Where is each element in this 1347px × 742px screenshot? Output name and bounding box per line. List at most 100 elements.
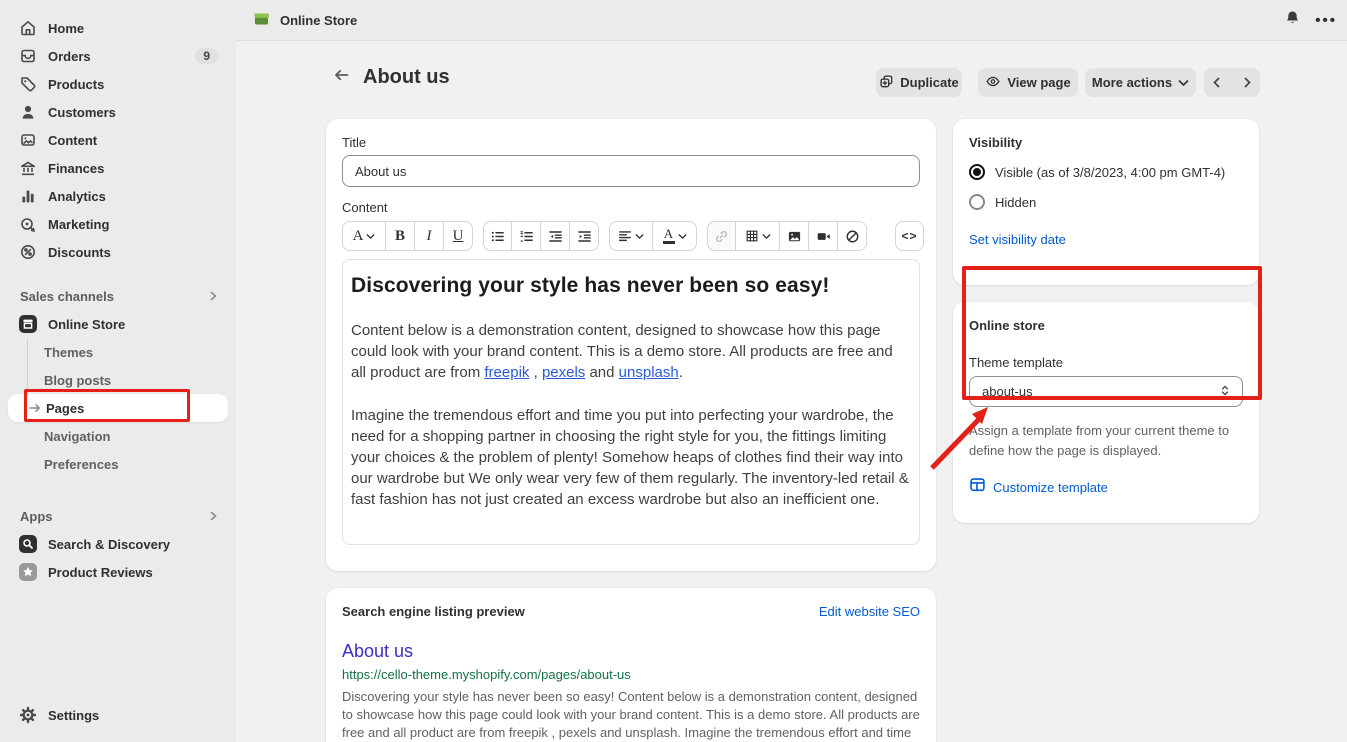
indent-icon: [577, 229, 592, 244]
products-icon: [18, 75, 38, 93]
sales-channels-header[interactable]: Sales channels: [8, 282, 228, 310]
indent-button[interactable]: [570, 221, 599, 251]
set-visibility-date-link[interactable]: Set visibility date: [969, 232, 1066, 247]
insert-link-button[interactable]: [707, 221, 736, 251]
title-input[interactable]: [342, 155, 920, 187]
more-actions-button[interactable]: More actions: [1085, 68, 1196, 97]
online-store-icon: [18, 315, 38, 333]
back-arrow-icon[interactable]: [332, 66, 351, 89]
sidebar-item-product-reviews[interactable]: Product Reviews: [8, 558, 228, 586]
chevron-down-icon: [366, 233, 375, 240]
next-page-button[interactable]: [1235, 68, 1260, 97]
rich-text-content[interactable]: Discovering your style has never been so…: [342, 259, 920, 545]
discounts-icon: [18, 243, 38, 261]
sidebar-item-customers[interactable]: Customers: [8, 98, 228, 126]
underline-button[interactable]: U: [444, 221, 473, 251]
view-page-button[interactable]: View page: [978, 68, 1078, 97]
content-field-label: Content: [342, 200, 920, 215]
theme-template-value: about-us: [982, 384, 1218, 399]
theme-template-help-text: Assign a template from your current them…: [969, 421, 1243, 461]
sidebar-item-label: Product Reviews: [48, 565, 218, 580]
bold-button[interactable]: B: [386, 221, 415, 251]
customize-template-row[interactable]: Customize template: [969, 476, 1243, 498]
show-html-button[interactable]: <>: [895, 221, 924, 251]
overflow-menu-icon[interactable]: •••: [1315, 12, 1337, 29]
bullet-list-button[interactable]: [483, 221, 512, 251]
chevron-down-icon: [635, 233, 644, 240]
sidebar-item-search-discovery[interactable]: Search & Discovery: [8, 530, 228, 558]
insert-video-button[interactable]: [809, 221, 838, 251]
italic-button[interactable]: I: [415, 221, 444, 251]
pexels-link[interactable]: pexels: [542, 364, 585, 381]
previous-page-button[interactable]: [1204, 68, 1229, 97]
visible-radio-label: Visible (as of 3/8/2023, 4:00 pm GMT-4): [995, 165, 1225, 180]
video-icon: [816, 229, 831, 244]
eye-icon: [985, 74, 1001, 92]
sidebar-item-discounts[interactable]: Discounts: [8, 238, 228, 266]
duplicate-button[interactable]: Duplicate: [876, 68, 962, 97]
search-discovery-icon: [18, 535, 38, 553]
sidebar-item-home[interactable]: Home: [8, 14, 228, 42]
visible-radio-option[interactable]: Visible (as of 3/8/2023, 4:00 pm GMT-4): [969, 164, 1243, 180]
numbered-list-button[interactable]: [512, 221, 541, 251]
sidebar-item-label: Marketing: [48, 217, 218, 232]
clear-formatting-button[interactable]: [838, 221, 867, 251]
duplicate-icon: [879, 74, 894, 92]
sidebar-item-blog-posts[interactable]: Blog posts: [8, 366, 228, 394]
insert-table-button[interactable]: [736, 221, 780, 251]
visibility-card: Visibility Visible (as of 3/8/2023, 4:00…: [953, 119, 1259, 285]
content-paragraph-1: Content below is a demonstration content…: [351, 320, 911, 383]
sidebar-item-label: Settings: [48, 708, 218, 723]
hidden-radio-option[interactable]: Hidden: [969, 194, 1243, 210]
sidebar-item-label: Customers: [48, 105, 218, 120]
sidebar: Home Orders 9 Products Customers Content…: [0, 0, 236, 742]
image-icon: [787, 229, 802, 244]
online-store-card: Online store Theme template about-us Ass…: [953, 302, 1259, 523]
content-icon: [18, 131, 38, 149]
online-store-card-title: Online store: [969, 318, 1243, 333]
shop-logo-icon: [252, 9, 271, 31]
sidebar-item-navigation[interactable]: Navigation: [8, 422, 228, 450]
sidebar-item-settings[interactable]: Settings: [8, 701, 228, 729]
apps-header[interactable]: Apps: [8, 502, 228, 530]
page-editor-card: Title Content A B I U: [326, 119, 936, 571]
sidebar-item-content[interactable]: Content: [8, 126, 228, 154]
sidebar-item-analytics[interactable]: Analytics: [8, 182, 228, 210]
store-switcher[interactable]: Online Store: [252, 9, 357, 31]
seo-preview-card: Search engine listing preview Edit websi…: [326, 588, 936, 742]
edit-website-seo-link[interactable]: Edit website SEO: [819, 604, 920, 619]
gear-icon: [18, 706, 38, 724]
chevron-down-icon: [762, 233, 771, 240]
title-field-label: Title: [342, 135, 920, 150]
outdent-button[interactable]: [541, 221, 570, 251]
content-heading: Discovering your style has never been so…: [351, 274, 911, 298]
theme-template-select[interactable]: about-us: [969, 376, 1243, 407]
sidebar-item-themes[interactable]: Themes: [8, 338, 228, 366]
radio-selected-icon: [969, 164, 985, 180]
sidebar-item-label: Products: [48, 77, 218, 92]
sidebar-item-products[interactable]: Products: [8, 70, 228, 98]
sidebar-item-pages[interactable]: Pages: [8, 394, 228, 422]
sidebar-item-preferences[interactable]: Preferences: [8, 450, 228, 478]
notifications-bell-icon[interactable]: [1284, 9, 1301, 31]
unsplash-link[interactable]: unsplash: [619, 364, 679, 381]
template-icon: [969, 476, 986, 498]
sidebar-item-marketing[interactable]: Marketing: [8, 210, 228, 238]
sidebar-item-finances[interactable]: Finances: [8, 154, 228, 182]
seo-result-title: About us: [342, 641, 920, 662]
sidebar-item-online-store[interactable]: Online Store: [8, 310, 228, 338]
home-icon: [18, 19, 38, 37]
text-style-button[interactable]: A: [342, 221, 386, 251]
customize-template-link[interactable]: Customize template: [993, 480, 1108, 495]
freepik-link[interactable]: freepik: [484, 364, 529, 381]
sidebar-item-label: Discounts: [48, 245, 218, 260]
rich-text-toolbar: A B I U A: [342, 221, 920, 251]
insert-image-button[interactable]: [780, 221, 809, 251]
table-icon: [745, 229, 759, 243]
outdent-icon: [548, 229, 563, 244]
alignment-button[interactable]: [609, 221, 653, 251]
text-color-button[interactable]: A: [653, 221, 697, 251]
chevron-down-icon: [1178, 75, 1189, 90]
sidebar-item-orders[interactable]: Orders 9: [8, 42, 228, 70]
seo-result-url: https://cello-theme.myshopify.com/pages/…: [342, 667, 920, 682]
